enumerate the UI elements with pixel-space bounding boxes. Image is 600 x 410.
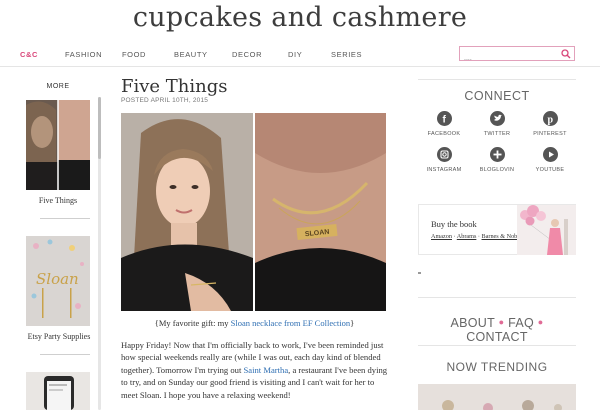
social-label-twitter: TWITTER xyxy=(483,131,511,137)
book-link-amazon[interactable]: Amazon xyxy=(431,233,452,240)
social-instagram[interactable]: INSTAGRAM xyxy=(424,147,464,173)
twitter-icon[interactable] xyxy=(489,111,505,126)
book-links: Amazon · Abrams · Barnes & Noble xyxy=(431,233,522,240)
nav-logo-cc[interactable]: C&C xyxy=(20,50,38,59)
nav-diy[interactable]: DIY xyxy=(288,50,302,59)
body-link-saint-martha[interactable]: Saint Martha xyxy=(244,365,289,375)
svg-text:p: p xyxy=(547,115,553,126)
sidebar-thumb-etsy[interactable]: Sloan xyxy=(26,236,90,326)
book-link-barnes[interactable]: Barnes & Noble xyxy=(482,233,522,240)
facebook-icon[interactable]: f xyxy=(436,111,452,126)
nav-beauty[interactable]: BEAUTY xyxy=(174,50,208,59)
thumb-image xyxy=(26,100,90,190)
nav-fashion[interactable]: FASHION xyxy=(65,50,102,59)
sidebar-divider xyxy=(418,345,576,346)
sidebar-divider xyxy=(40,354,90,355)
book-ad-image xyxy=(517,205,576,255)
social-pinterest[interactable]: p PINTEREST xyxy=(530,111,570,137)
site-title[interactable]: cupcakes and cashmere xyxy=(0,2,600,33)
sidebar-thumb-five-things[interactable] xyxy=(26,100,90,190)
header-divider xyxy=(0,66,600,67)
scrollbar-thumb[interactable] xyxy=(98,97,101,159)
youtube-icon[interactable] xyxy=(542,147,558,162)
social-facebook[interactable]: f FACEBOOK xyxy=(424,111,464,137)
search-input[interactable] xyxy=(460,52,560,65)
portrait-photo xyxy=(121,113,253,311)
search-box[interactable] xyxy=(459,46,575,65)
link-faq[interactable]: FAQ xyxy=(508,316,534,330)
more-label: MORE xyxy=(46,83,70,90)
search-icon[interactable] xyxy=(561,49,571,59)
social-label-facebook: FACEBOOK xyxy=(427,131,461,137)
separator-dot: ● xyxy=(498,317,505,327)
thumb-image xyxy=(26,372,90,410)
trending-image xyxy=(418,384,576,410)
sidebar-divider xyxy=(418,297,576,298)
info-links: ABOUT ● FAQ ● CONTACT xyxy=(418,316,576,344)
pinterest-icon[interactable]: p xyxy=(542,111,558,126)
book-title: Buy the book xyxy=(431,219,477,229)
svg-text:Sloan: Sloan xyxy=(36,270,79,288)
social-bloglovin[interactable]: BLOGLOVIN xyxy=(477,147,517,173)
caption-text: {My favorite gift: my xyxy=(154,318,231,328)
sidebar-divider xyxy=(418,79,576,80)
link-contact[interactable]: CONTACT xyxy=(466,330,528,344)
trending-thumb[interactable] xyxy=(418,384,576,410)
svg-text:f: f xyxy=(442,115,446,126)
sidebar-thumb-phone[interactable] xyxy=(26,372,90,410)
image-caption: {My favorite gift: my Sloan necklace fro… xyxy=(121,318,388,328)
nav-series[interactable]: SERIES xyxy=(331,50,362,59)
trending-heading: NOW TRENDING xyxy=(446,360,548,374)
caption-close: } xyxy=(350,318,355,328)
social-label-youtube: YOUTUBE xyxy=(535,167,565,173)
post-date: POSTED APRIL 10TH, 2015 xyxy=(121,97,209,104)
nav-decor[interactable]: DECOR xyxy=(232,50,262,59)
separator-dot: ● xyxy=(537,317,544,327)
connect-heading: CONNECT xyxy=(464,89,530,103)
caption-link[interactable]: Sloan necklace from EF Collection xyxy=(231,318,350,328)
necklace-photo: SLOAN xyxy=(255,113,386,311)
social-youtube[interactable]: YOUTUBE xyxy=(530,147,570,173)
post-image-portrait xyxy=(121,113,253,311)
sidebar-caption-five-things[interactable]: Five Things xyxy=(26,196,90,205)
ad-marker xyxy=(418,272,421,274)
book-link-abrams[interactable]: Abrams xyxy=(457,233,477,240)
social-label-instagram: INSTAGRAM xyxy=(426,167,462,173)
nav-food[interactable]: FOOD xyxy=(122,50,146,59)
bloglovin-icon[interactable] xyxy=(489,147,505,162)
post-title[interactable]: Five Things xyxy=(121,76,228,97)
thumb-image: Sloan xyxy=(26,236,90,326)
social-label-bloglovin: BLOGLOVIN xyxy=(479,167,515,173)
sidebar-scrollbar[interactable] xyxy=(98,97,101,410)
instagram-icon[interactable] xyxy=(436,147,452,162)
post-image-necklace: SLOAN xyxy=(255,113,386,311)
social-label-pinterest: PINTEREST xyxy=(533,131,567,137)
sidebar-divider xyxy=(40,218,90,219)
sidebar-caption-etsy[interactable]: Etsy Party Supplies xyxy=(24,332,94,341)
link-about[interactable]: ABOUT xyxy=(450,316,494,330)
book-ad[interactable]: Buy the book Amazon · Abrams · Barnes & … xyxy=(418,204,576,255)
social-twitter[interactable]: TWITTER xyxy=(477,111,517,137)
post-body: Happy Friday! Now that I'm officially ba… xyxy=(121,339,389,401)
